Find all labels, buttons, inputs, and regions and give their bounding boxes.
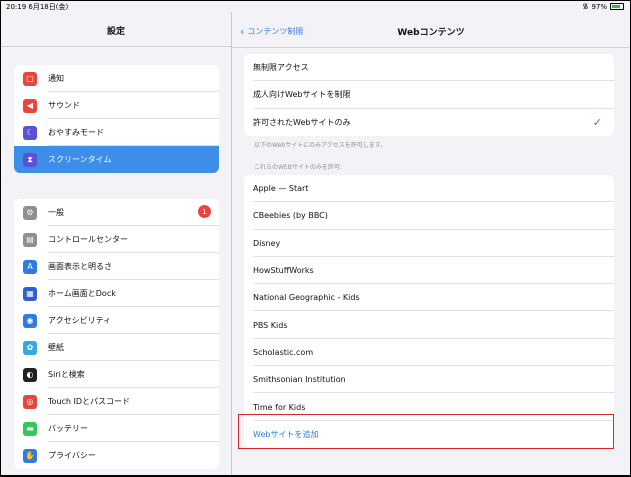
sidebar-item-label: スクリーンタイム [48, 155, 112, 164]
allowed-site-item[interactable]: HowStuffWorks [244, 257, 614, 285]
sidebar-item[interactable]: A 画面表示と明るさ [14, 253, 219, 280]
sidebar-item[interactable]: ⚙ 一般 1 [14, 199, 219, 226]
allowed-site-label: HowStuffWorks [253, 266, 314, 276]
switch-icon: ▤ [23, 232, 37, 247]
allowed-sites-note: 以下のWebサイトにのみアクセスを許可します。 [254, 142, 387, 149]
sidebar-item[interactable]: ▦ ホーム画面とDock [14, 280, 219, 307]
sidebar-item[interactable]: ▬ バッテリー [14, 415, 219, 442]
allowed-site-label: National Geographic - Kids [253, 293, 360, 303]
sidebar-item[interactable]: ◉ アクセシビリティ [14, 307, 219, 334]
gear-icon: ⚙ [23, 205, 37, 220]
allowed-site-item[interactable]: PBS Kids [244, 311, 614, 340]
sidebar-item-label: 画面表示と明るさ [48, 262, 112, 271]
access-option-label: 成人向けWebサイトを制限 [253, 90, 351, 100]
sidebar-divider [1, 46, 231, 47]
text-size-icon: A [23, 259, 37, 274]
sidebar-group-1: ▢ 通知 ◀ サウンド ☾ おやすみモード ⧗ スクリーンタイム [14, 65, 219, 173]
allowed-sites-header: これらのWEBサイトのみを許可: [254, 164, 342, 171]
allowed-site-item[interactable]: CBeebies (by BBC) [244, 202, 614, 230]
allowed-site-label: PBS Kids [253, 320, 288, 330]
battery-percent: 97% [591, 2, 607, 11]
flower-icon: ✿ [23, 340, 37, 355]
fingerprint-icon: ◎ [23, 394, 37, 409]
checkmark-icon: ✓ [592, 115, 602, 129]
sound-icon: ◀ [23, 98, 37, 113]
sidebar-item-label: サウンド [48, 101, 80, 110]
sidebar-item[interactable]: ◀ サウンド [14, 92, 219, 119]
screen: 20:19 6月18日(金) ᯾ 97% 設定 ▢ 通知 ◀ サウンド ☾ おやすみモード… [1, 1, 630, 475]
hand-icon: ✋ [23, 448, 37, 463]
allowed-sites-list: Apple — Start CBeebies (by BBC) Disney HowS… [244, 175, 614, 448]
nav-bar: ‹ コンテンツ制限 Webコンテンツ [232, 12, 630, 48]
allowed-site-item[interactable]: National Geographic - Kids [244, 284, 614, 312]
sidebar-item-label: コントロールセンター [48, 235, 128, 244]
allowed-site-label: Apple — Start [253, 184, 309, 194]
settings-sidebar: 設定 ▢ 通知 ◀ サウンド ☾ おやすみモード ⧗ スクリーンタイム ⚙ 一般 1 ▤ コントロール… [1, 12, 232, 475]
allowed-site-item[interactable]: Apple — Start [244, 175, 614, 203]
sidebar-item-label: 一般 [48, 208, 64, 217]
sidebar-item-label: アクセシビリティ [48, 316, 112, 325]
allowed-site-label: Smithsonian Institution [253, 375, 346, 385]
allowed-site-label: CBeebies (by BBC) [253, 211, 328, 221]
sidebar-item-label: Touch IDとパスコード [48, 397, 131, 406]
sidebar-group-2: ⚙ 一般 1 ▤ コントロールセンター A 画面表示と明るさ ▦ ホーム画面とDock ◉ アクセシ… [14, 199, 219, 469]
allowed-site-label: Scholastic.com [253, 347, 314, 357]
access-option-label: 許可されたWebサイトのみ [253, 117, 351, 127]
sidebar-item-label: おやすみモード [48, 128, 104, 137]
allowed-site-item[interactable]: Smithsonian Institution [244, 366, 614, 394]
grid-icon: ▦ [23, 286, 37, 301]
allowed-site-item[interactable]: Scholastic.com [244, 339, 614, 367]
sidebar-item[interactable]: ⧗ スクリーンタイム [14, 146, 219, 173]
sidebar-title: 設定 [106, 27, 125, 37]
sidebar-item[interactable]: ☾ おやすみモード [14, 119, 219, 146]
access-option[interactable]: 許可されたWebサイトのみ ✓ [244, 109, 614, 136]
allowed-site-label: Disney [253, 238, 281, 248]
page-title: Webコンテンツ [397, 28, 465, 38]
moon-icon: ☾ [23, 125, 37, 140]
battery-icon: ▬ [23, 421, 37, 436]
status-bar: 20:19 6月18日(金) ᯾ 97% [1, 1, 630, 12]
sidebar-item[interactable]: ✋ プライバシー [14, 442, 219, 469]
sidebar-item-label: バッテリー [48, 424, 88, 433]
sidebar-item-label: Siriと検索 [48, 370, 85, 379]
access-option-label: 無制限アクセス [253, 63, 309, 73]
accessibility-icon: ◉ [23, 313, 37, 328]
access-option[interactable]: 成人向けWebサイトを制限 [244, 81, 614, 109]
siri-icon: ◐ [23, 367, 37, 382]
highlight-box [238, 414, 614, 449]
status-time: 20:19 6月18日(金) [6, 3, 69, 11]
sidebar-item-label: 壁紙 [48, 343, 64, 352]
sidebar-item-label: ホーム画面とDock [48, 289, 116, 298]
web-content-panel: ‹ コンテンツ制限 Webコンテンツ 無制限アクセス 成人向けWebサイトを制限許… [232, 12, 630, 475]
sidebar-item-label: プライバシー [48, 451, 96, 460]
notification-icon: ▢ [23, 71, 37, 86]
access-options: 無制限アクセス成人向けWebサイトを制限 許可されたWebサイトのみ ✓ [244, 54, 614, 136]
sidebar-item[interactable]: ▢ 通知 [14, 65, 219, 92]
sidebar-item[interactable]: ▤ コントロールセンター [14, 226, 219, 253]
hourglass-icon: ⧗ [23, 152, 37, 167]
sidebar-item[interactable]: ✿ 壁紙 [14, 334, 219, 361]
battery-status-icon [610, 3, 624, 10]
status-right: ᯾ 97% [582, 2, 624, 11]
wifi-icon: ᯾ [582, 2, 589, 10]
allowed-site-label: Time for Kids [253, 402, 306, 412]
sidebar-item-label: 通知 [48, 74, 64, 83]
access-option[interactable]: 無制限アクセス [244, 54, 614, 82]
sidebar-item[interactable]: ◐ Siriと検索 [14, 361, 219, 388]
allowed-site-item[interactable]: Disney [244, 230, 614, 258]
sidebar-item[interactable]: ◎ Touch IDとパスコード [14, 388, 219, 415]
notification-badge: 1 [198, 205, 211, 218]
